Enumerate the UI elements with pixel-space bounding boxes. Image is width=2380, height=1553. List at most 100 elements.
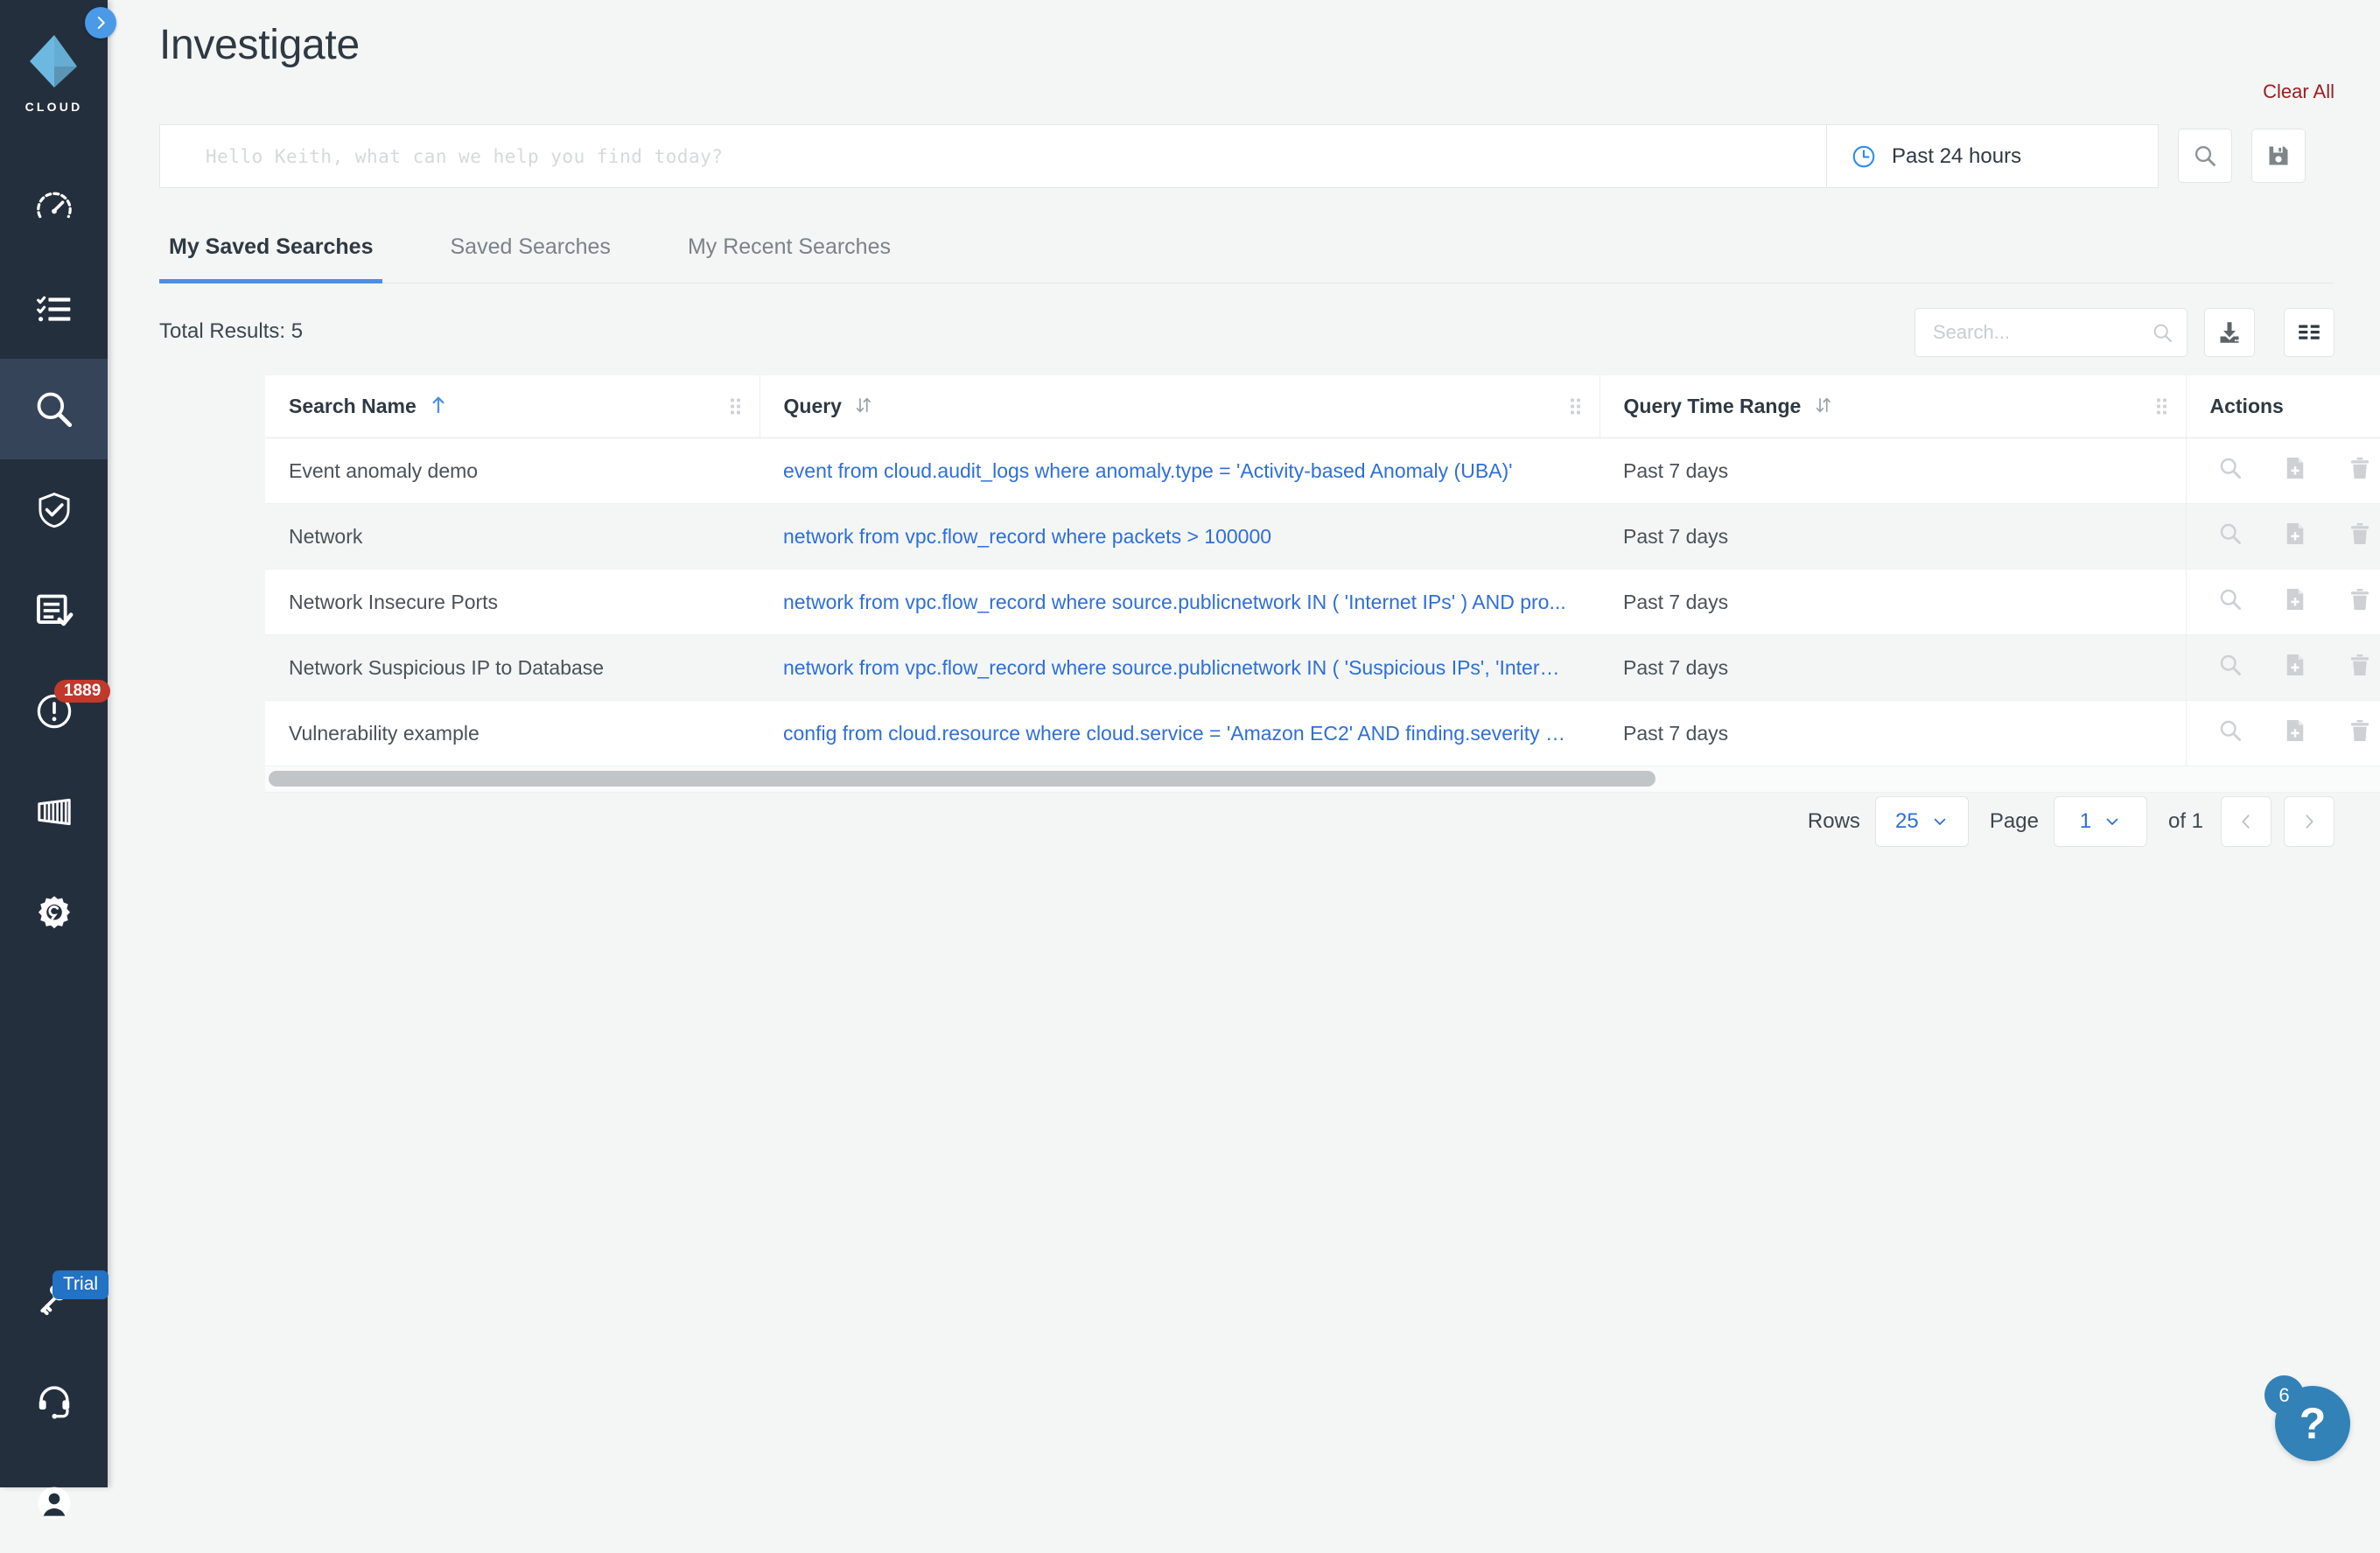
trash-icon[interactable] bbox=[2347, 521, 2373, 552]
file-plus-icon[interactable] bbox=[2282, 652, 2308, 683]
magnifier-icon[interactable] bbox=[2217, 586, 2244, 618]
file-plus-icon[interactable] bbox=[2282, 455, 2308, 486]
magnifier-icon[interactable] bbox=[2217, 652, 2244, 683]
chevron-right-icon bbox=[93, 15, 108, 31]
save-search-button[interactable] bbox=[2251, 129, 2306, 183]
table-row[interactable]: Event anomaly demoevent from cloud.audit… bbox=[265, 438, 2380, 504]
sidebar-item-policies[interactable] bbox=[0, 560, 108, 661]
trash-icon[interactable] bbox=[2347, 652, 2373, 683]
help-notification-badge[interactable]: 6 bbox=[2264, 1375, 2304, 1415]
tab-bar: My Saved Searches Saved Searches My Rece… bbox=[159, 229, 2334, 283]
brand-logo[interactable]: CLOUD bbox=[0, 30, 108, 114]
column-header-search-name[interactable]: Search Name bbox=[265, 375, 760, 438]
download-icon bbox=[2216, 319, 2243, 346]
chevron-right-icon bbox=[2300, 812, 2319, 831]
column-header-query-time-range[interactable]: Query Time Range bbox=[1600, 375, 2186, 438]
file-plus-icon[interactable] bbox=[2282, 717, 2308, 749]
tab-my-saved-searches[interactable]: My Saved Searches bbox=[159, 229, 382, 283]
trash-icon[interactable] bbox=[2347, 455, 2373, 486]
cloud-logo-icon bbox=[23, 30, 86, 93]
shield-check-icon bbox=[34, 490, 74, 530]
cell-search-name: Vulnerability example bbox=[265, 701, 760, 766]
search-input[interactable]: Hello Keith, what can we help you find t… bbox=[159, 124, 1826, 188]
file-plus-icon[interactable] bbox=[2282, 521, 2308, 552]
magnifier-icon[interactable] bbox=[2217, 521, 2244, 552]
sort-updown-icon bbox=[1815, 395, 1832, 415]
sidebar-item-investigate[interactable] bbox=[0, 359, 108, 459]
trash-icon[interactable] bbox=[2347, 586, 2373, 618]
saved-searches-table: Search Name Query bbox=[265, 374, 2380, 766]
total-results-label: Total Results: 5 bbox=[159, 319, 303, 344]
chevron-left-icon bbox=[2236, 812, 2256, 831]
horizontal-scrollbar[interactable] bbox=[265, 766, 2380, 793]
magnifier-icon[interactable] bbox=[2217, 455, 2244, 486]
column-resize-grip[interactable] bbox=[731, 398, 740, 415]
table-row[interactable]: Network Suspicious IP to Database network… bbox=[265, 635, 2380, 701]
query-link[interactable]: network from vpc.flow_record where sourc… bbox=[783, 656, 1571, 680]
sidebar-item-alerts[interactable]: 1889 bbox=[0, 661, 108, 761]
row-action-group bbox=[2210, 521, 2380, 552]
cell-actions bbox=[2186, 701, 2380, 766]
query-link[interactable]: event from cloud.audit_logs where anomal… bbox=[783, 459, 1571, 483]
chevron-down-icon bbox=[1931, 813, 1949, 830]
help-widget: ? 6 bbox=[2264, 1375, 2350, 1461]
cell-actions bbox=[2186, 570, 2380, 635]
user-circle-icon bbox=[34, 1483, 74, 1523]
previous-page-button[interactable] bbox=[2221, 796, 2272, 847]
table-search-input[interactable]: Search... bbox=[1914, 308, 2188, 357]
rows-per-page-select[interactable]: 25 bbox=[1875, 796, 1969, 847]
column-header-query[interactable]: Query bbox=[760, 375, 1600, 438]
file-plus-icon[interactable] bbox=[2282, 586, 2308, 618]
query-link[interactable]: network from vpc.flow_record where sourc… bbox=[783, 591, 1571, 614]
sidebar-item-dashboard[interactable] bbox=[0, 157, 108, 258]
clock-icon bbox=[1851, 143, 1877, 170]
column-label: Query bbox=[784, 395, 842, 417]
cell-search-name: Network Insecure Ports bbox=[265, 570, 760, 635]
tab-saved-searches[interactable]: Saved Searches bbox=[440, 229, 620, 283]
cell-query-time-range: Past 7 days bbox=[1600, 570, 2186, 635]
export-button[interactable] bbox=[2204, 308, 2255, 357]
column-settings-button[interactable] bbox=[2284, 308, 2334, 357]
document-check-icon bbox=[34, 591, 74, 631]
next-page-button[interactable] bbox=[2284, 796, 2334, 847]
magnifier-icon bbox=[32, 388, 76, 431]
sidebar-collapse-button[interactable] bbox=[85, 7, 116, 38]
cell-actions bbox=[2186, 635, 2380, 701]
column-resize-grip[interactable] bbox=[1571, 398, 1580, 415]
chevron-down-icon bbox=[2104, 813, 2121, 830]
trash-icon[interactable] bbox=[2347, 717, 2373, 749]
tab-my-recent-searches[interactable]: My Recent Searches bbox=[678, 229, 900, 283]
sidebar-item-profile[interactable] bbox=[0, 1452, 108, 1553]
sidebar-item-compliance[interactable] bbox=[0, 459, 108, 560]
page-number-value: 1 bbox=[2080, 809, 2091, 834]
trial-pill: Trial bbox=[52, 1270, 108, 1299]
alerts-badge: 1889 bbox=[54, 680, 110, 703]
column-resize-grip[interactable] bbox=[2157, 398, 2166, 415]
magnifier-icon[interactable] bbox=[2217, 717, 2244, 749]
sidebar-item-inventory[interactable] bbox=[0, 258, 108, 359]
floppy-save-icon bbox=[2266, 143, 2291, 168]
search-input-placeholder: Hello Keith, what can we help you find t… bbox=[206, 146, 723, 167]
sidebar-item-access-keys[interactable]: Trial bbox=[0, 1251, 108, 1352]
clear-all-button[interactable]: Clear All bbox=[2263, 80, 2334, 103]
table-row[interactable]: Vulnerability example config from cloud.r… bbox=[265, 701, 2380, 766]
checklist-icon bbox=[35, 290, 74, 328]
sidebar-item-support[interactable] bbox=[0, 1352, 108, 1452]
cell-search-name: Network Suspicious IP to Database bbox=[265, 635, 760, 701]
table-row[interactable]: Network Insecure Ports network from vpc.f… bbox=[265, 570, 2380, 635]
search-bar-row: Hello Keith, what can we help you find t… bbox=[159, 124, 2334, 188]
magnifier-icon bbox=[2151, 321, 2174, 345]
cell-query-time-range: Past 7 days bbox=[1600, 438, 2186, 504]
page-number-select[interactable]: 1 bbox=[2054, 796, 2147, 847]
query-link[interactable]: config from cloud.resource where cloud.s… bbox=[783, 722, 1571, 745]
query-link[interactable]: network from vpc.flow_record where packe… bbox=[783, 525, 1571, 549]
cell-query: config from cloud.resource where cloud.s… bbox=[760, 701, 1600, 766]
scrollbar-thumb[interactable] bbox=[269, 771, 1656, 787]
table-row[interactable]: Networknetwork from vpc.flow_record wher… bbox=[265, 504, 2380, 570]
sidebar-item-settings[interactable] bbox=[0, 862, 108, 962]
sidebar-item-compute[interactable] bbox=[0, 761, 108, 862]
magnifier-icon bbox=[2192, 143, 2218, 169]
time-range-selector[interactable]: Past 24 hours bbox=[1826, 124, 2159, 188]
run-search-button[interactable] bbox=[2178, 129, 2232, 183]
table-body: Event anomaly demoevent from cloud.audit… bbox=[265, 438, 2380, 766]
